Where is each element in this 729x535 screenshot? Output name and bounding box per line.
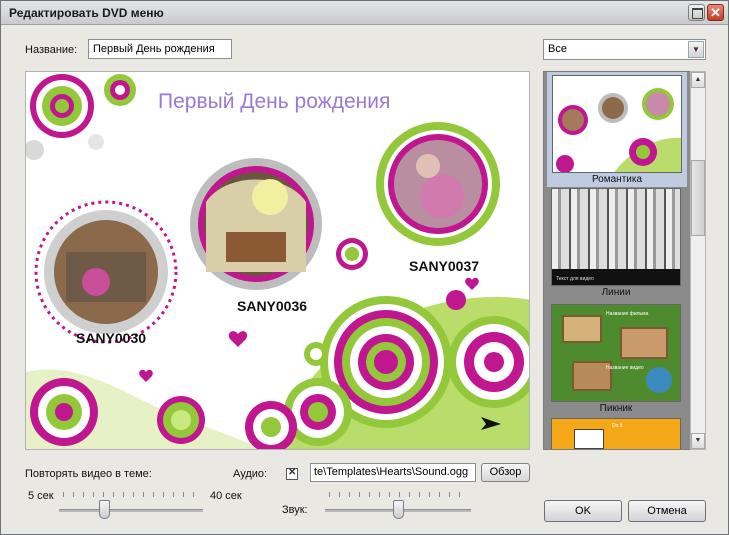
audio-path-field[interactable]: te\Templates\Hearts\Sound.ogg	[310, 463, 476, 482]
piknik-caption-title: Название фильма	[606, 311, 649, 317]
menu-preview: Первый День рождения SANY0030 SANY0036 S…	[25, 71, 530, 450]
template-name-linii: Линии	[601, 287, 631, 298]
menu-title: Первый День рождения	[158, 90, 391, 113]
template-gallery: Романтика Текст для видео Линии Название…	[543, 71, 706, 450]
volume-label: Звук:	[282, 504, 308, 516]
template-filter-select[interactable]: Все ▼	[543, 39, 706, 60]
template-preview-4: Do it	[551, 418, 681, 449]
scrollbar-thumb[interactable]	[691, 160, 705, 236]
title-bar: Редактировать DVD меню ✕	[1, 1, 728, 25]
browse-button[interactable]: Обзор	[481, 463, 530, 482]
piknik-caption-video: Название видео	[606, 365, 644, 371]
template-preview-piknik: Название фильма Название видео	[551, 304, 681, 402]
audio-remove-checkbox[interactable]	[286, 467, 298, 480]
template-thumb-romantika[interactable]: Романтика	[547, 72, 687, 187]
audio-label: Аудио:	[233, 468, 268, 480]
volume-slider-thumb[interactable]	[393, 500, 404, 519]
clip-label-sany0030[interactable]: SANY0030	[76, 330, 146, 346]
repeat-video-slider-thumb[interactable]	[98, 500, 110, 519]
template-thumb-piknik[interactable]: Название фильма Название видео Пикник	[551, 304, 681, 416]
linii-caption: Текст для видео	[556, 276, 594, 282]
clip-label-sany0036[interactable]: SANY0036	[237, 298, 307, 314]
repeat-video-slider[interactable]	[59, 509, 203, 512]
window-title: Редактировать DVD меню	[9, 6, 164, 20]
repeat-video-label: Повторять видео в теме:	[25, 468, 152, 480]
chevron-down-icon[interactable]: ▼	[688, 41, 704, 58]
template-thumb-linii[interactable]: Текст для видео Линии	[551, 188, 681, 300]
template-4-caption: Do it	[612, 423, 623, 429]
template-preview-romantika	[552, 75, 682, 173]
template-preview-linii: Текст для видео	[551, 188, 681, 286]
repeat-min-label: 5 сек	[28, 490, 54, 502]
template-name-piknik: Пикник	[599, 403, 633, 414]
scroll-down-icon[interactable]: ▼	[691, 433, 705, 449]
volume-slider-ticks	[329, 492, 469, 497]
name-input[interactable]: Первый День рождения	[88, 39, 232, 59]
repeat-max-label: 40 сек	[210, 490, 242, 502]
cancel-button[interactable]: Отмена	[628, 500, 706, 522]
scroll-up-icon[interactable]: ▲	[691, 72, 705, 88]
close-button[interactable]: ✕	[707, 4, 724, 21]
maximize-button[interactable]	[688, 4, 705, 21]
romantika-thumb-art	[553, 76, 681, 172]
template-name-romantika: Романтика	[591, 174, 643, 185]
repeat-slider-ticks	[63, 492, 203, 497]
template-thumb-4[interactable]: Do it	[551, 418, 681, 449]
template-filter-value: Все	[548, 43, 567, 55]
gallery-scrollbar[interactable]: ▲ ▼	[690, 71, 706, 450]
ok-button[interactable]: OK	[544, 500, 622, 522]
clip-label-sany0037[interactable]: SANY0037	[409, 258, 479, 274]
name-label: Название:	[25, 44, 78, 56]
edit-dvd-menu-dialog: Редактировать DVD меню ✕ Название: Первы…	[0, 0, 729, 535]
